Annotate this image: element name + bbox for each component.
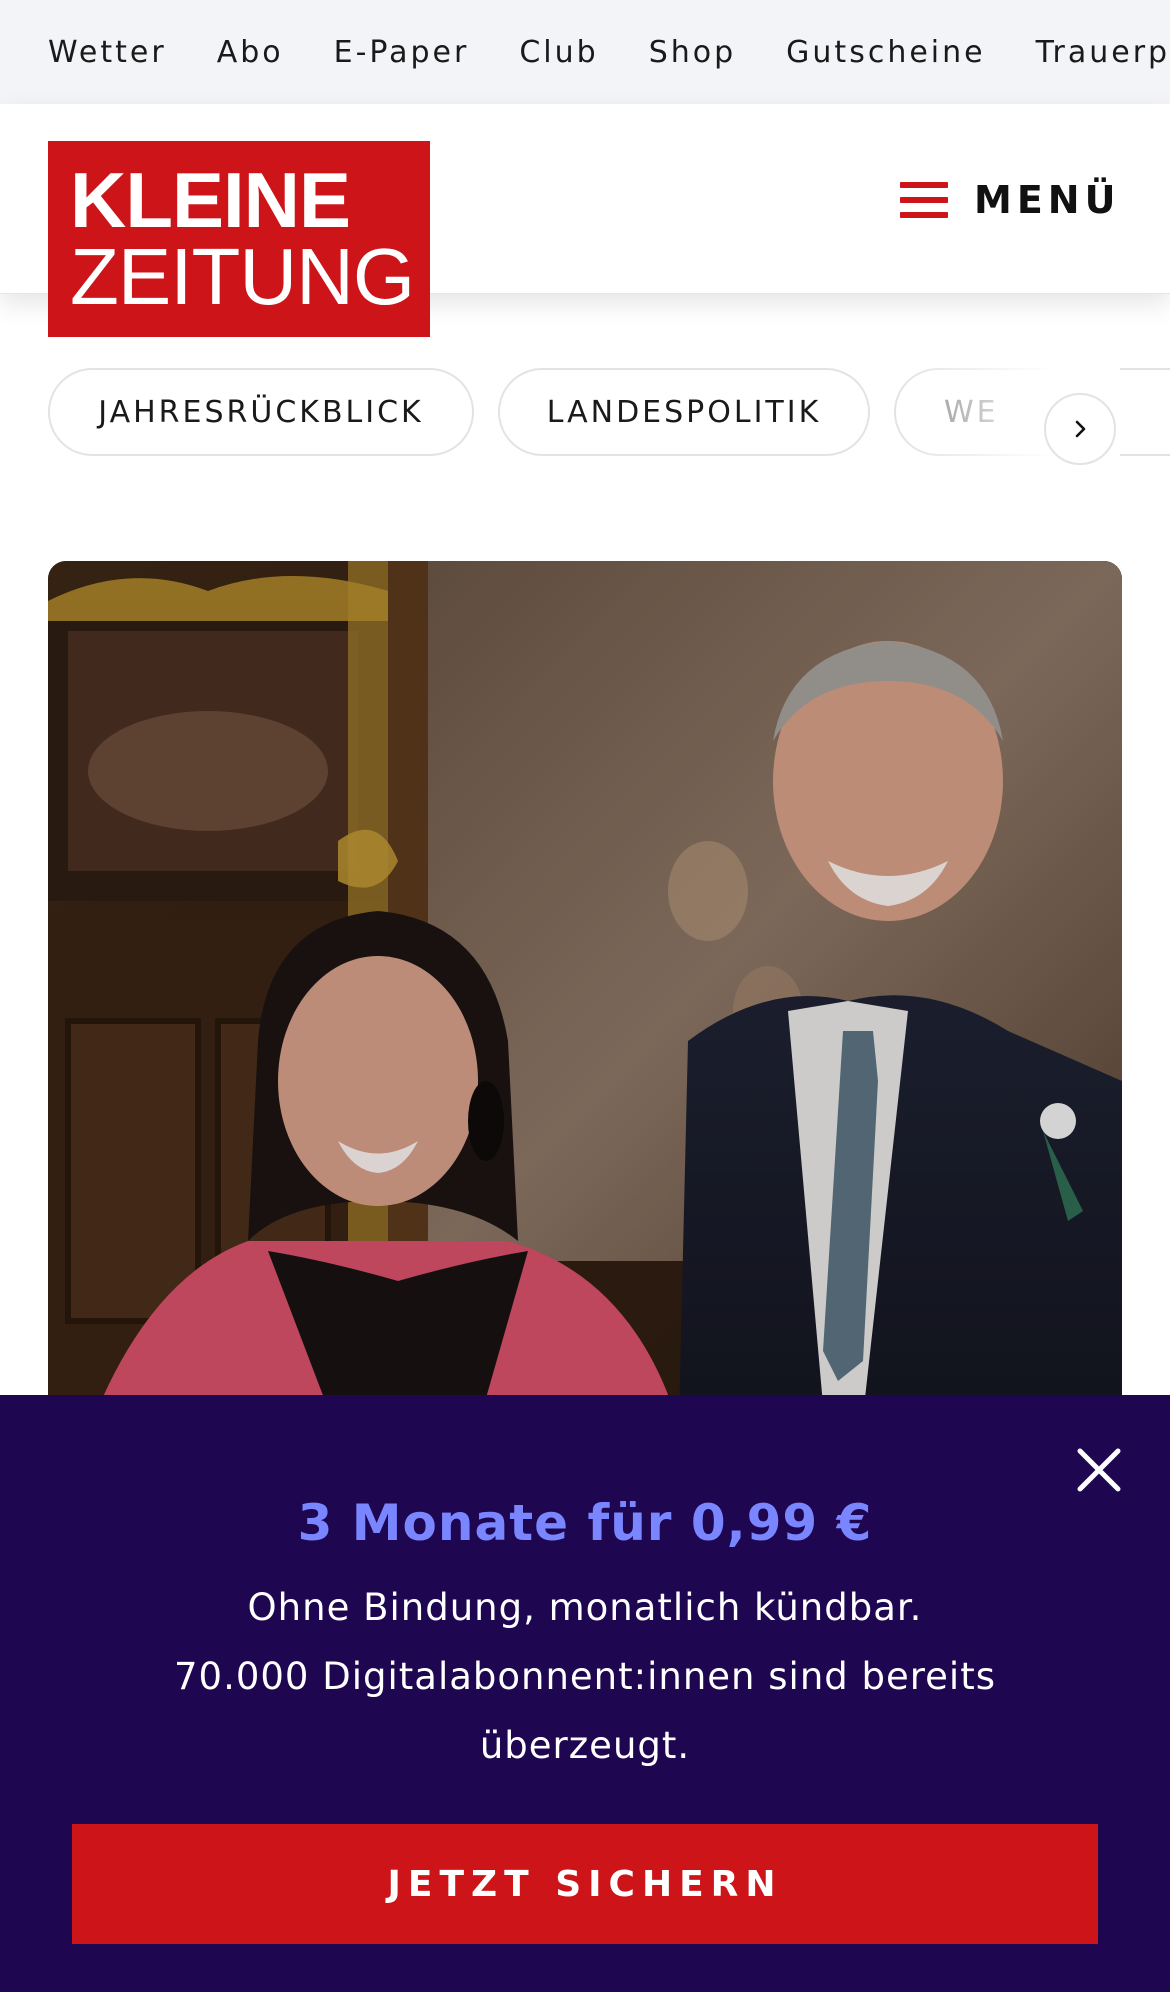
close-icon <box>1077 1448 1121 1492</box>
topic-chips: JAHRESRÜCKBLICK LANDESPOLITIK WE <box>0 368 1170 460</box>
topnav-link-epaper[interactable]: E-Paper <box>334 35 470 70</box>
top-utility-nav: Wetter Abo E-Paper Club Shop Gutscheine … <box>0 0 1170 104</box>
logo-line-kleine: KLEINE <box>70 156 351 244</box>
topnav-link-abo[interactable]: Abo <box>217 35 284 70</box>
close-offer-button[interactable] <box>1074 1445 1124 1495</box>
topnav-link-club[interactable]: Club <box>519 35 598 70</box>
topnav-link-trauerportal[interactable]: Trauerpo <box>1036 35 1170 70</box>
hero-image[interactable] <box>48 561 1122 1461</box>
hero-photo <box>48 561 1122 1461</box>
top-utility-nav-list: Wetter Abo E-Paper Club Shop Gutscheine … <box>48 0 1170 104</box>
offer-description: Ohne Bindung, monatlich kündbar. 70.000 … <box>140 1573 1030 1780</box>
topnav-link-gutscheine[interactable]: Gutscheine <box>786 35 985 70</box>
chips-next-button[interactable] <box>1044 393 1116 465</box>
site-header: KLEINE ZEITUNG MENÜ <box>0 104 1170 337</box>
topnav-link-shop[interactable]: Shop <box>649 35 736 70</box>
logo-line-zeitung: ZEITUNG <box>70 232 415 321</box>
menu-button[interactable]: MENÜ <box>900 164 1120 236</box>
offer-title: 3 Monate für 0,99 € <box>297 1494 873 1552</box>
hamburger-icon <box>900 182 948 218</box>
topnav-link-wetter[interactable]: Wetter <box>48 35 167 70</box>
offer-line-2: 70.000 Digitalabonnent:innen sind bereit… <box>174 1655 996 1767</box>
offer-line-1: Ohne Bindung, monatlich kündbar. <box>247 1586 923 1629</box>
chip-jahresrueckblick[interactable]: JAHRESRÜCKBLICK <box>48 368 474 456</box>
offer-cta-button[interactable]: JETZT SICHERN <box>72 1824 1098 1944</box>
menu-label: MENÜ <box>974 178 1121 222</box>
chevron-right-icon <box>1075 420 1086 438</box>
site-logo[interactable]: KLEINE ZEITUNG <box>48 141 430 337</box>
chip-landespolitik[interactable]: LANDESPOLITIK <box>498 368 870 456</box>
